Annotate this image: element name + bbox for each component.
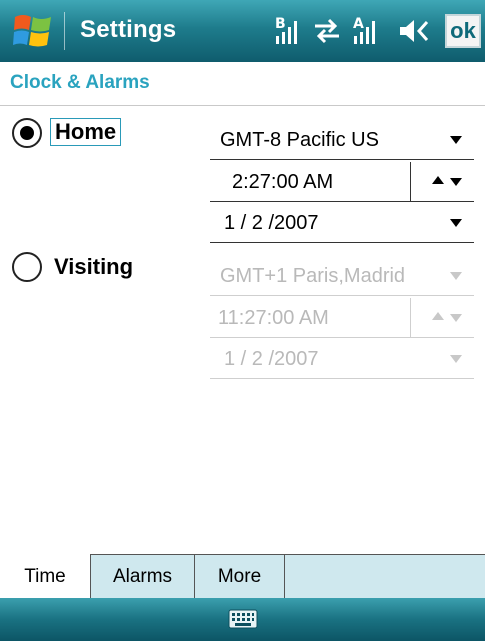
volume-status[interactable] [396,14,436,48]
visiting-date-value: 1 / 2 /2007 [224,348,319,370]
home-radio[interactable] [12,118,42,148]
visiting-radio[interactable] [12,252,42,282]
home-date-value: 1 / 2 /2007 [224,212,319,234]
home-date-field[interactable]: 1 / 2 /2007 [210,203,474,243]
visiting-timezone-value: GMT+1 Paris,Madrid [220,265,406,287]
menu-bar [0,598,485,641]
home-label[interactable]: Home [50,118,122,146]
visiting-timezone-select: GMT+1 Paris,Madrid [210,256,474,296]
tab-more[interactable]: More [195,555,285,599]
windows-flag-icon [13,15,51,47]
time-separator [410,162,411,202]
spin-up-icon[interactable] [432,176,444,184]
heading-divider [0,105,485,106]
connectivity-icon [315,18,339,44]
data-signal-status[interactable]: B [272,14,306,48]
window-title: Settings [80,16,177,43]
chevron-down-icon[interactable] [450,136,462,144]
tab-strip: Time Alarms More [0,554,485,599]
phone-signal-status[interactable]: A [350,14,384,48]
chevron-down-icon [450,272,462,280]
volume-icon [400,20,429,42]
home-time-field[interactable]: 2:27:00 AM [210,162,474,202]
chevron-down-icon[interactable] [450,219,462,227]
spin-up-icon [432,312,444,320]
home-timezone-value: GMT-8 Pacific US [220,129,379,151]
data-signal-letter: B [275,16,286,32]
home-time-value: 2:27:00 AM [232,171,334,193]
phone-signal-letter: A [353,16,364,32]
ok-button[interactable]: ok [445,14,481,48]
spin-down-icon[interactable] [450,178,462,186]
home-timezone-select[interactable]: GMT-8 Pacific US [210,120,474,160]
page-title: Clock & Alarms [10,72,150,93]
keyboard-icon [228,609,258,629]
tab-time[interactable]: Time [0,554,91,599]
start-button[interactable] [6,8,60,54]
spin-down-icon [450,314,462,322]
chevron-down-icon [450,355,462,363]
data-signal-icon: B [275,16,297,44]
visiting-date-field: 1 / 2 /2007 [210,339,474,379]
keyboard-button[interactable] [228,608,258,630]
visiting-time-field: 11:27:00 AM [210,298,474,338]
time-separator [410,298,411,338]
visiting-time-value: 11:27:00 AM [218,307,329,329]
connectivity-status[interactable] [310,14,344,48]
phone-signal-icon: A [353,16,375,44]
title-bar: Settings B A ok [0,0,485,62]
home-radio-dot [20,126,34,140]
visiting-label[interactable]: Visiting [54,254,133,280]
title-divider [64,12,65,50]
tab-alarms[interactable]: Alarms [91,555,195,599]
